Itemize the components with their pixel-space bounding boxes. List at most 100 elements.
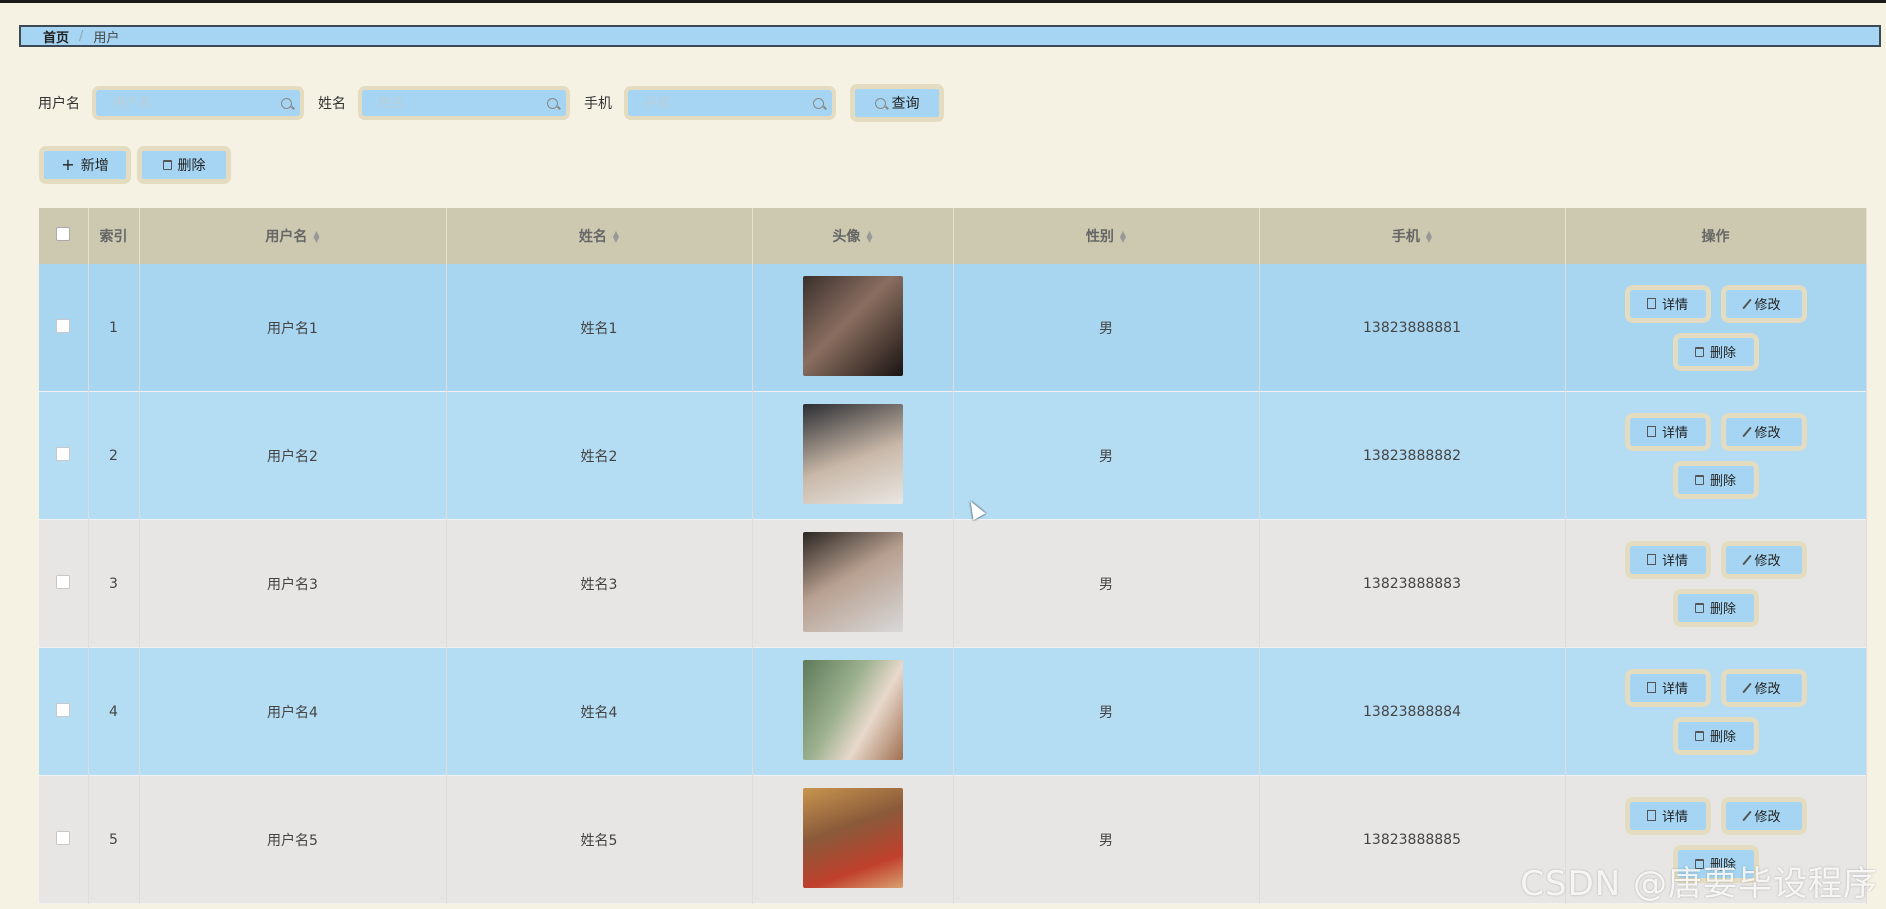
header-phone-label: 手机 (1391, 229, 1420, 245)
name-input[interactable] (376, 94, 530, 112)
header-username-label: 用户名 (265, 229, 308, 245)
phone-label: 手机 (584, 96, 612, 112)
edit-button[interactable]: 修改 (1720, 412, 1807, 451)
row-actions-line: 详情 修改 (1624, 796, 1807, 835)
header-phone[interactable]: 手机 ▲ ▼ (1259, 208, 1566, 264)
avatar[interactable] (802, 659, 903, 760)
row-checkbox[interactable] (56, 318, 71, 333)
header-index: 索引 (88, 208, 140, 264)
delete-button[interactable]: 删除 (1672, 460, 1759, 499)
row-checkbox[interactable] (56, 702, 71, 717)
select-all-checkbox[interactable] (56, 227, 71, 241)
pencil-icon (1742, 298, 1753, 309)
cell-name: 姓名2 (446, 391, 753, 520)
document-icon (1646, 682, 1656, 693)
table-row[interactable]: 2 用户名2 姓名2 男 13823888882 详情 修改 删除 (39, 391, 1867, 520)
edit-button[interactable]: 修改 (1720, 668, 1807, 707)
table-row[interactable]: 1 用户名1 姓名1 男 13823888881 详情 修改 删除 (39, 264, 1867, 392)
header-avatar[interactable]: 头像 ▲ ▼ (752, 208, 954, 264)
trash-icon (1694, 474, 1704, 485)
avatar[interactable] (802, 403, 903, 504)
row-actions-line: 详情 修改 (1624, 284, 1807, 323)
cell-phone: 13823888882 (1259, 391, 1566, 520)
row-actions: 详情 修改 删除 (1566, 668, 1866, 755)
avatar[interactable] (802, 787, 903, 888)
row-checkbox[interactable] (56, 830, 71, 845)
header-username[interactable]: 用户名 ▲ ▼ (139, 208, 447, 264)
username-field[interactable] (92, 86, 304, 120)
cell-username: 用户名1 (139, 264, 447, 392)
cell-avatar (752, 775, 954, 904)
cell-gender: 男 (953, 647, 1260, 776)
row-checkbox[interactable] (56, 446, 71, 461)
cell-index: 2 (88, 391, 140, 520)
cell-index: 3 (88, 519, 140, 648)
header-name[interactable]: 姓名 ▲ ▼ (446, 208, 753, 264)
avatar[interactable] (802, 531, 903, 632)
cell-index: 1 (88, 264, 140, 392)
cell-phone: 13823888884 (1259, 647, 1566, 776)
edit-button[interactable]: 修改 (1720, 284, 1807, 323)
cell-gender: 男 (953, 775, 1260, 904)
cell-ops: 详情 修改 删除 (1565, 519, 1867, 648)
sort-icon[interactable]: ▲ ▼ (866, 230, 872, 244)
query-button[interactable]: 查询 (850, 84, 944, 122)
detail-button[interactable]: 详情 (1624, 284, 1711, 323)
sort-icon[interactable]: ▲ ▼ (1426, 230, 1432, 244)
add-button[interactable]: + 新增 (39, 146, 131, 184)
name-field[interactable] (358, 86, 570, 120)
cell-username: 用户名4 (139, 647, 447, 776)
detail-button-label: 详情 (1661, 426, 1688, 441)
table-row[interactable]: 4 用户名4 姓名4 男 13823888884 详情 修改 删除 (39, 647, 1867, 776)
delete-button[interactable]: 删除 (1672, 716, 1759, 755)
table-row[interactable]: 3 用户名3 姓名3 男 13823888883 详情 修改 删除 (39, 519, 1867, 648)
name-label: 姓名 (318, 96, 346, 112)
select-all-cell (39, 208, 89, 264)
batch-delete-button[interactable]: 删除 (137, 146, 231, 184)
pencil-icon (1742, 426, 1753, 437)
search-icon (547, 97, 558, 109)
edit-button[interactable]: 修改 (1720, 540, 1807, 579)
cell-avatar (752, 647, 954, 776)
table-header-row: 索引 用户名 ▲ ▼ 姓名 ▲ ▼ 头像 ▲ ▼ 性别 ▲ ▼ 手机 ▲ ▼ 操作 (39, 208, 1867, 264)
document-icon (1646, 810, 1656, 821)
sort-icon[interactable]: ▲ ▼ (613, 230, 619, 244)
search-icon (813, 97, 824, 109)
detail-button[interactable]: 详情 (1624, 412, 1711, 451)
cell-index: 4 (88, 647, 140, 776)
username-input[interactable] (110, 94, 264, 112)
breadcrumb-home[interactable]: 首页 (43, 27, 69, 46)
trash-icon (1694, 730, 1704, 741)
header-ops-label: 操作 (1701, 229, 1730, 245)
query-button-label: 查询 (891, 96, 920, 112)
trash-icon (162, 160, 172, 170)
sort-icon[interactable]: ▲ ▼ (313, 230, 319, 244)
phone-field[interactable] (624, 86, 836, 120)
cell-username: 用户名3 (139, 519, 447, 648)
edit-button[interactable]: 修改 (1720, 796, 1807, 835)
header-gender[interactable]: 性别 ▲ ▼ (953, 208, 1260, 264)
delete-button-label: 删除 (1709, 730, 1736, 745)
cell-index: 5 (88, 775, 140, 904)
detail-button[interactable]: 详情 (1624, 796, 1711, 835)
header-name-label: 姓名 (578, 229, 607, 245)
cell-ops: 详情 修改 删除 (1565, 647, 1867, 776)
detail-button[interactable]: 详情 (1624, 540, 1711, 579)
avatar[interactable] (802, 275, 903, 376)
document-icon (1646, 426, 1656, 437)
phone-input[interactable] (642, 94, 796, 112)
toolbar: + 新增 删除 (39, 146, 231, 184)
sort-icon[interactable]: ▲ ▼ (1120, 230, 1126, 244)
detail-button[interactable]: 详情 (1624, 668, 1711, 707)
row-actions-line: 详情 修改 (1624, 540, 1807, 579)
row-actions-line: 详情 修改 (1624, 412, 1807, 451)
edit-button-label: 修改 (1754, 682, 1781, 697)
edit-button-label: 修改 (1754, 810, 1781, 825)
pencil-icon (1742, 554, 1753, 565)
row-select-cell (39, 391, 89, 520)
username-label: 用户名 (38, 96, 80, 112)
row-checkbox[interactable] (56, 574, 71, 589)
delete-button[interactable]: 删除 (1672, 588, 1759, 627)
edit-button-label: 修改 (1754, 426, 1781, 441)
delete-button[interactable]: 删除 (1672, 332, 1759, 371)
